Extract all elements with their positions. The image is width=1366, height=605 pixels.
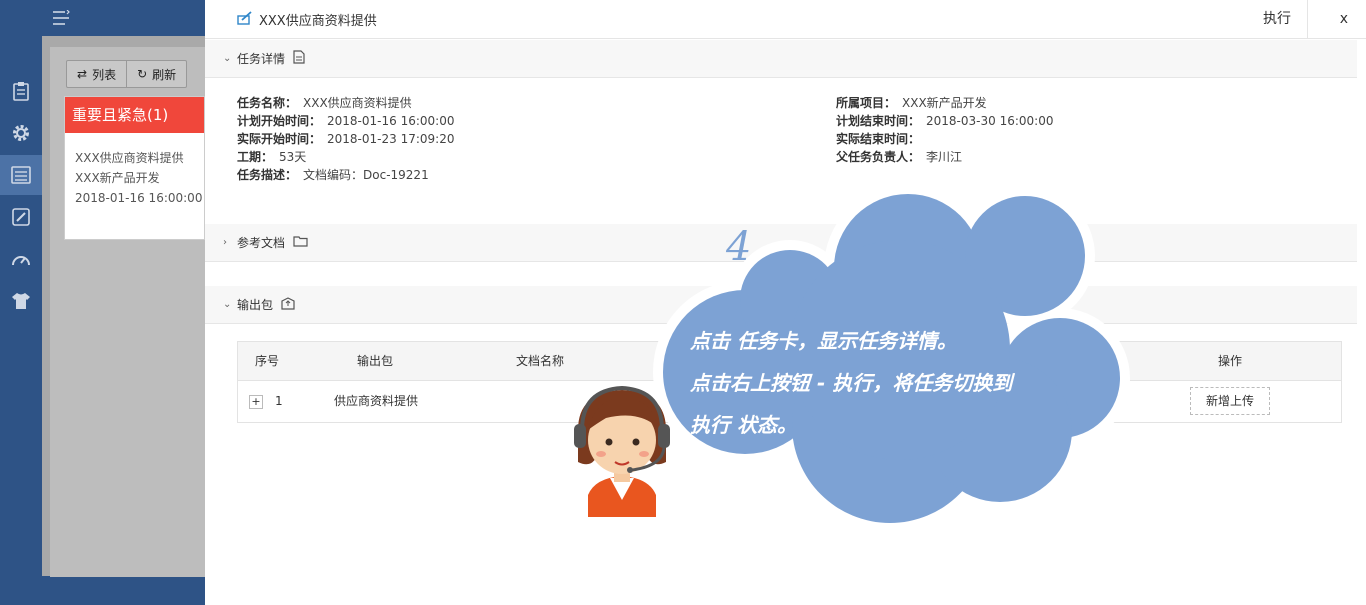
menu-toggle-icon[interactable] — [52, 9, 70, 29]
chevron-down-icon: ⌄ — [223, 53, 232, 64]
card-task-name: XXX供应商资料提供 — [75, 151, 184, 165]
add-upload-button[interactable]: 新增上传 — [1190, 387, 1270, 415]
shirt-icon[interactable] — [0, 281, 42, 321]
panel-header: XXX供应商资料提供 执行 x — [205, 0, 1366, 39]
field-actual-start: 实际开始时间： 2018-01-23 17:09:20 — [237, 132, 455, 146]
swap-icon: ⇄ — [77, 67, 88, 81]
list-view-button[interactable]: ⇄ 列表 — [67, 61, 126, 87]
expand-row-button[interactable]: + — [249, 395, 263, 409]
task-details-section[interactable]: ⌄ 任务详情 — [205, 40, 1357, 78]
column-header: 操作 — [1218, 354, 1243, 368]
card-date: 2018-01-16 16:00:00 — [75, 191, 203, 205]
chevron-right-icon: › — [223, 237, 227, 248]
reference-docs-section[interactable]: › 参考文档 — [205, 224, 1357, 262]
column-header: 序号 — [255, 354, 280, 368]
card-project: XXX新产品开发 — [75, 171, 160, 185]
view-toolbar: ⇄ 列表 ↻ 刷新 — [66, 60, 188, 88]
chevron-down-icon: ⌄ — [223, 299, 232, 310]
task-details-label: 任务详情 — [237, 52, 286, 66]
folder-icon — [293, 235, 308, 250]
tutorial-line: 点击 任务卡，显示任务详情。 — [690, 329, 957, 353]
task-card[interactable]: 重要且紧急(1) XXX供应商资料提供 XXX新产品开发 2018-01-16 … — [64, 96, 205, 240]
card-header: 重要且紧急(1) — [65, 97, 204, 133]
side-navigation — [0, 0, 42, 605]
output-package-label: 输出包 — [237, 298, 274, 312]
top-strip — [42, 0, 205, 36]
execute-button[interactable]: 执行 — [1263, 0, 1308, 39]
close-button[interactable]: x — [1340, 0, 1348, 39]
row-index: 1 — [275, 394, 283, 408]
field-project: 所属项目： XXX新产品开发 — [836, 96, 987, 110]
field-task-name: 任务名称： XXX供应商资料提供 — [237, 96, 412, 110]
output-package-section[interactable]: ⌄ 输出包 — [205, 286, 1357, 324]
refresh-label: 刷新 — [152, 67, 177, 82]
field-parent-owner: 父任务负责人： 李川江 — [836, 150, 963, 164]
field-plan-start: 计划开始时间： 2018-01-16 16:00:00 — [237, 114, 455, 128]
column-header: 输出包 — [357, 354, 394, 368]
task-detail-panel: XXX供应商资料提供 执行 x ⌄ 任务详情 任务名称： XXX供应商资料提供 计… — [205, 0, 1366, 605]
field-actual-end: 实际结束时间： — [836, 132, 921, 146]
field-plan-end: 计划结束时间： 2018-03-30 16:00:00 — [836, 114, 1054, 128]
reference-docs-label: 参考文档 — [237, 236, 286, 250]
tutorial-line: 执行 状态。 — [690, 413, 797, 437]
field-description: 任务描述： 文档编码：Doc-19221 — [237, 168, 429, 182]
list-view-label: 列表 — [92, 67, 117, 82]
clipboard-icon[interactable] — [0, 71, 42, 111]
row-package-name: 供应商资料提供 — [334, 394, 419, 408]
list-icon[interactable] — [0, 155, 42, 195]
gear-icon[interactable] — [0, 113, 42, 153]
step-number: 4 — [726, 224, 752, 270]
pencil-icon[interactable] — [0, 197, 42, 237]
speedometer-icon[interactable] — [0, 239, 42, 279]
column-header: 文档名称 — [516, 354, 565, 368]
package-icon — [281, 296, 295, 313]
panel-title: XXX供应商资料提供 — [259, 13, 377, 29]
edit-task-icon — [237, 10, 253, 28]
refresh-icon: ↻ — [137, 67, 148, 81]
tutorial-line: 点击右上按钮 - 执行，将任务切换到 — [690, 371, 1013, 395]
field-duration: 工期： 53天 — [237, 150, 307, 164]
document-icon — [293, 50, 305, 67]
refresh-button[interactable]: ↻ 刷新 — [126, 61, 186, 87]
